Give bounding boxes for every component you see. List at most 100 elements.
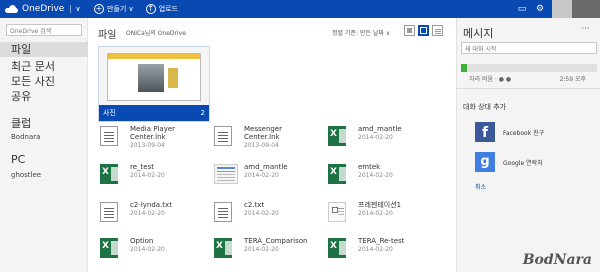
- thumbnail-view-icon[interactable]: [418, 25, 429, 36]
- file-name: Option: [130, 237, 154, 245]
- file-name: c2-lynda.txt: [130, 201, 172, 209]
- file-item[interactable]: amd_mantle 2014-02-20: [214, 162, 326, 188]
- file-name-line2: Center.lnk: [130, 133, 166, 141]
- left-navigation: OneDrive 검색 파일 최근 문서 모든 사진 공유 클럽 Bodnara…: [0, 18, 88, 272]
- file-date: 2014-02-20: [130, 210, 165, 217]
- watermark: BodNara: [522, 252, 592, 268]
- pc-ghostlee[interactable]: ghostlee: [11, 171, 41, 179]
- excel-icon: [100, 238, 118, 258]
- nav-item-recent[interactable]: 최근 문서: [11, 58, 55, 74]
- create-button[interactable]: + 만들기 ∨: [94, 4, 134, 14]
- file-item[interactable]: c2-lynda.txt 2014-02-20: [100, 200, 212, 226]
- chevron-down-icon: ∨: [126, 5, 134, 13]
- file-item[interactable]: re_test 2014-02-20: [100, 162, 212, 188]
- text-file-icon: [100, 202, 118, 222]
- folder-photos[interactable]: 사진 2: [98, 46, 210, 122]
- app-title: OneDrive: [22, 4, 65, 14]
- file-name: re_test: [130, 163, 154, 171]
- sort-dropdown[interactable]: 정렬 기준: 만든 날짜 ∨: [332, 28, 390, 37]
- avatar[interactable]: [552, 0, 572, 18]
- messages-title: 메시지: [463, 27, 494, 40]
- thumbnail-image-2: [168, 68, 178, 88]
- excel-icon: [328, 164, 346, 184]
- file-item[interactable]: 프레젠테이션1 2014-02-20: [328, 200, 440, 226]
- file-name: TERA_Re-test: [358, 237, 405, 245]
- facebook-friends-link[interactable]: Facebook 친구: [503, 128, 544, 137]
- file-name: amd_mantle: [244, 163, 288, 171]
- page-title: 파일: [98, 30, 117, 41]
- file-name-line2: Center.lnk: [244, 133, 280, 141]
- facebook-icon[interactable]: f: [475, 122, 495, 142]
- thumbnail-image: [138, 64, 164, 92]
- google-icon[interactable]: g: [475, 152, 495, 172]
- doc-icon: [100, 126, 118, 146]
- file-item[interactable]: Media Player Center.lnk 2013-09-04: [100, 124, 212, 150]
- file-name: emtek: [358, 163, 381, 171]
- folder-caption: 사진 2: [99, 105, 209, 121]
- file-item[interactable]: emtek 2014-02-20: [328, 162, 440, 188]
- presence-bar: [461, 64, 597, 72]
- nav-item-shared[interactable]: 공유: [11, 88, 31, 104]
- nav-item-photos[interactable]: 모든 사진: [11, 73, 55, 89]
- upload-label: 업로드: [158, 5, 179, 13]
- messages-panel: 메시지 ··· 새 대화 시작 자리 비움 · ● ● 2:59 오후 대화 상…: [456, 18, 600, 272]
- presence-status[interactable]: 자리 비움 · ● ●: [469, 74, 511, 83]
- folder-item-count: 2: [200, 109, 205, 117]
- top-bar-right: ▭ ⚙: [516, 0, 600, 18]
- excel-icon: [100, 164, 118, 184]
- club-bodnara[interactable]: Bodnara: [11, 133, 40, 141]
- file-date: 2013-09-04: [244, 142, 279, 149]
- file-name: c2.txt: [244, 201, 265, 209]
- divider: [457, 88, 600, 89]
- gear-icon[interactable]: ⚙: [534, 3, 546, 15]
- file-date: 2014-02-20: [244, 172, 279, 179]
- list-view-icon[interactable]: [432, 25, 443, 36]
- file-date: 2014-02-20: [130, 172, 165, 179]
- nav-item-pc[interactable]: PC: [11, 153, 25, 166]
- file-name: Media Player Center.lnk: [130, 125, 175, 141]
- file-name: amd_mantle: [358, 125, 402, 133]
- thumbnail-titlebar: [108, 54, 200, 59]
- account-name-block[interactable]: [572, 0, 600, 18]
- main-content: 파일 ONiCa님의 OneDrive 정렬 기준: 만든 날짜 ∨ 사진 2 …: [88, 18, 456, 272]
- plus-icon: +: [94, 4, 104, 14]
- file-date: 2014-02-20: [130, 246, 165, 253]
- file-name: Messenger Center.lnk: [244, 125, 282, 141]
- excel-icon: [328, 126, 346, 146]
- file-name: TERA_Comparison: [244, 237, 308, 245]
- cancel-link[interactable]: 취소: [475, 182, 486, 191]
- file-item[interactable]: Messenger Center.lnk 2013-09-04: [214, 124, 326, 150]
- new-chat-input[interactable]: 새 대화 시작: [461, 42, 597, 54]
- folder-name: 사진: [103, 109, 116, 117]
- file-date: 2014-02-20: [244, 210, 279, 217]
- file-item[interactable]: TERA_Re-test 2014-02-20: [328, 236, 440, 262]
- onedrive-cloud-icon: [5, 5, 19, 13]
- file-item[interactable]: Option 2014-02-20: [100, 236, 212, 262]
- text-file-icon: [214, 202, 232, 222]
- status-time: 2:59 오후: [559, 76, 586, 83]
- upload-button[interactable]: ↑ 업로드: [145, 4, 179, 14]
- chat-icon[interactable]: ▭: [516, 3, 528, 15]
- google-contacts-link[interactable]: Google 연락처: [503, 158, 543, 167]
- details-view-icon[interactable]: [404, 25, 415, 36]
- add-contacts-heading: 대화 상대 추가: [463, 103, 507, 111]
- presentation-icon: [328, 202, 346, 222]
- file-item[interactable]: c2.txt 2014-02-20: [214, 200, 326, 226]
- file-item[interactable]: TERA_Comparison 2014-02-20: [214, 236, 326, 262]
- nav-item-clubs[interactable]: 클럽: [11, 115, 31, 131]
- excel-icon: [328, 238, 346, 258]
- file-date: 2014-02-20: [358, 246, 393, 253]
- file-date: 2014-02-20: [358, 134, 393, 141]
- search-input[interactable]: OneDrive 검색: [6, 24, 82, 36]
- file-date: 2014-02-20: [358, 172, 393, 179]
- app-switcher[interactable]: OneDrive ∨: [0, 0, 82, 18]
- nav-item-files[interactable]: 파일: [0, 42, 88, 57]
- file-date: 2014-02-20: [244, 246, 279, 253]
- file-item[interactable]: amd_mantle 2014-02-20: [328, 124, 440, 150]
- doc-icon: [214, 126, 232, 146]
- file-name: 프레젠테이션1: [358, 201, 402, 209]
- spreadsheet-thumb-icon: [214, 164, 238, 184]
- breadcrumb[interactable]: ONiCa님의 OneDrive: [126, 28, 186, 37]
- chevron-down-icon[interactable]: ∨: [70, 5, 80, 13]
- more-icon[interactable]: ···: [581, 24, 590, 34]
